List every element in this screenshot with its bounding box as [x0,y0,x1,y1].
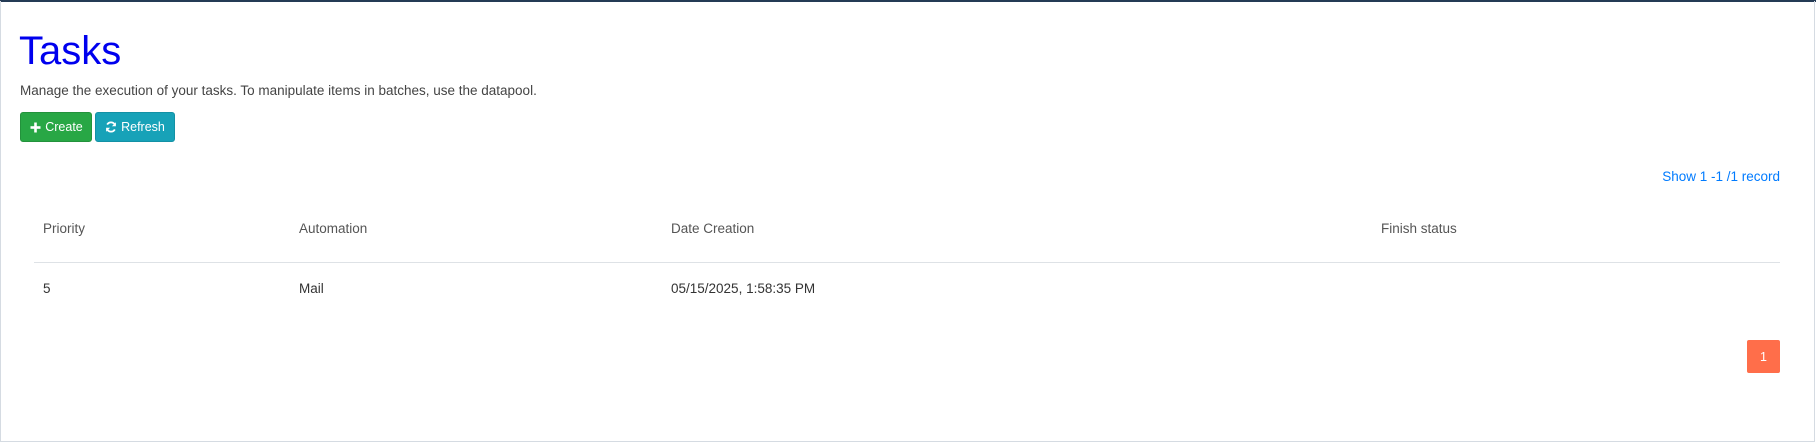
table-header-row: Priority Automation Date Creation Finish… [34,207,1780,263]
plus-icon [29,121,41,133]
refresh-icon [105,121,117,133]
tasks-table: Priority Automation Date Creation Finish… [34,207,1780,318]
table-row[interactable]: 5 Mail 05/15/2025, 1:58:35 PM [34,263,1780,318]
column-header-automation[interactable]: Automation [299,220,367,238]
page-title: Tasks [19,29,122,73]
column-header-date-creation[interactable]: Date Creation [671,220,754,238]
column-header-finish-status[interactable]: Finish status [1381,220,1457,238]
cell-automation: Mail [299,281,324,296]
create-button[interactable]: Create [20,112,92,142]
record-count-info[interactable]: Show 1 -1 /1 record [1662,168,1780,186]
create-button-label: Create [45,120,83,134]
refresh-button-label: Refresh [121,120,165,134]
column-header-priority[interactable]: Priority [43,220,85,238]
cell-priority: 5 [43,281,51,296]
page-description: Manage the execution of your tasks. To m… [20,83,537,98]
cell-date-creation: 05/15/2025, 1:58:35 PM [671,281,816,296]
refresh-button[interactable]: Refresh [95,112,175,142]
pagination-page-1[interactable]: 1 [1747,340,1780,373]
